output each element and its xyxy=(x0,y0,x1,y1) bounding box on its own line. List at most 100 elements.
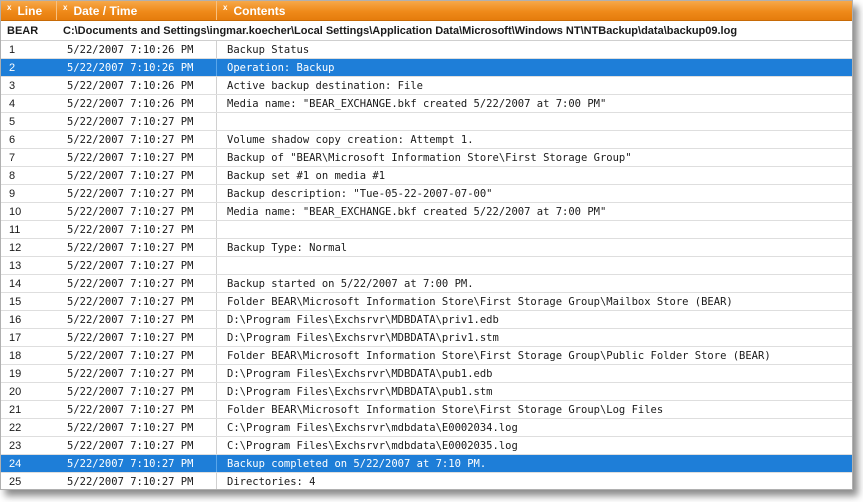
line-number-cell: 17 xyxy=(9,331,22,344)
column-header-bar: x Line x Date / Time x Contents xyxy=(1,1,852,21)
contents-cell: C:\Program Files\Exchsrvr\mdbdata\E00020… xyxy=(227,421,518,434)
date-time-cell: 5/22/2007 7:10:27 PM xyxy=(57,329,217,346)
line-number-cell: 2 xyxy=(9,61,16,74)
line-number-cell: 21 xyxy=(9,403,22,416)
log-rows: 1 5/22/2007 7:10:26 PM Backup Status 2 5/22/… xyxy=(1,41,852,489)
line-number-cell: 24 xyxy=(9,457,22,470)
table-row[interactable]: 1 5/22/2007 7:10:26 PM Backup Status xyxy=(1,41,852,59)
contents-cell: Volume shadow copy creation: Attempt 1. xyxy=(227,133,474,146)
date-time-cell: 5/22/2007 7:10:26 PM xyxy=(57,59,217,76)
table-row[interactable]: 21 5/22/2007 7:10:27 PM Folder BEAR\Micros… xyxy=(1,401,852,419)
date-time-cell: 5/22/2007 7:10:27 PM xyxy=(57,473,217,489)
table-row[interactable]: 17 5/22/2007 7:10:27 PM D:\Program Files\E… xyxy=(1,329,852,347)
contents-cell xyxy=(217,257,852,274)
line-number-cell: 3 xyxy=(9,79,16,92)
table-row[interactable]: 24 5/22/2007 7:10:27 PM Backup completed o… xyxy=(1,455,852,473)
table-row[interactable]: 11 5/22/2007 7:10:27 PM xyxy=(1,221,852,239)
contents-cell: Operation: Backup xyxy=(227,61,335,74)
date-time-cell: 5/22/2007 7:10:27 PM xyxy=(57,167,217,184)
date-time-cell: 5/22/2007 7:10:26 PM xyxy=(57,95,217,112)
table-row[interactable]: 13 5/22/2007 7:10:27 PM xyxy=(1,257,852,275)
contents-cell: Folder BEAR\Microsoft Information Store\… xyxy=(227,349,771,362)
date-time-cell: 5/22/2007 7:10:27 PM xyxy=(57,437,217,454)
date-time-cell: 5/22/2007 7:10:27 PM xyxy=(57,455,217,472)
date-time-cell: 5/22/2007 7:10:27 PM xyxy=(57,185,217,202)
column-header-contents-label: Contents xyxy=(233,3,286,18)
contents-cell: Media name: "BEAR_EXCHANGE.bkf created 5… xyxy=(227,205,607,218)
column-header-line[interactable]: x Line xyxy=(1,1,57,20)
table-row[interactable]: 25 5/22/2007 7:10:27 PM Directories: 4 xyxy=(1,473,852,489)
line-number-cell: 8 xyxy=(9,169,16,182)
contents-cell: Backup set #1 on media #1 xyxy=(227,169,386,182)
contents-cell: Folder BEAR\Microsoft Information Store\… xyxy=(227,403,664,416)
date-time-cell: 5/22/2007 7:10:27 PM xyxy=(57,113,217,130)
date-time-cell: 5/22/2007 7:10:27 PM xyxy=(57,347,217,364)
date-time-cell: 5/22/2007 7:10:27 PM xyxy=(57,419,217,436)
table-row[interactable]: 19 5/22/2007 7:10:27 PM D:\Program Files\E… xyxy=(1,365,852,383)
contents-cell: Backup description: "Tue-05-22-2007-07-0… xyxy=(227,187,493,200)
table-row[interactable]: 3 5/22/2007 7:10:26 PM Active backup desti… xyxy=(1,77,852,95)
table-row[interactable]: 12 5/22/2007 7:10:27 PM Backup Type: Norma… xyxy=(1,239,852,257)
table-row[interactable]: 10 5/22/2007 7:10:27 PM Media name: "BEAR_… xyxy=(1,203,852,221)
date-time-cell: 5/22/2007 7:10:27 PM xyxy=(57,275,217,292)
log-viewer-window: x Line x Date / Time x Contents BEAR C:\… xyxy=(0,0,853,490)
column-header-date-label: Date / Time xyxy=(73,3,138,18)
table-row[interactable]: 2 5/22/2007 7:10:26 PM Operation: Backup xyxy=(1,59,852,77)
line-number-cell: 7 xyxy=(9,151,16,164)
line-number-cell: 15 xyxy=(9,295,22,308)
contents-cell xyxy=(217,221,852,238)
table-row[interactable]: 20 5/22/2007 7:10:27 PM D:\Program Files\E… xyxy=(1,383,852,401)
line-number-cell: 20 xyxy=(9,385,22,398)
line-number-cell: 22 xyxy=(9,421,22,434)
date-time-cell: 5/22/2007 7:10:27 PM xyxy=(57,221,217,238)
table-row[interactable]: 8 5/22/2007 7:10:27 PM Backup set #1 on me… xyxy=(1,167,852,185)
date-time-cell: 5/22/2007 7:10:27 PM xyxy=(57,257,217,274)
line-number-cell: 19 xyxy=(9,367,22,380)
line-number-cell: 10 xyxy=(9,205,22,218)
table-row[interactable]: 14 5/22/2007 7:10:27 PM Backup started on … xyxy=(1,275,852,293)
contents-cell: Folder BEAR\Microsoft Information Store\… xyxy=(227,295,733,308)
remove-column-icon[interactable]: x xyxy=(223,3,227,12)
contents-cell xyxy=(217,113,852,130)
line-number-cell: 5 xyxy=(9,115,16,128)
date-time-cell: 5/22/2007 7:10:27 PM xyxy=(57,401,217,418)
table-row[interactable]: 16 5/22/2007 7:10:27 PM D:\Program Files\E… xyxy=(1,311,852,329)
date-time-cell: 5/22/2007 7:10:27 PM xyxy=(57,365,217,382)
table-row[interactable]: 6 5/22/2007 7:10:27 PM Volume shadow copy … xyxy=(1,131,852,149)
date-time-cell: 5/22/2007 7:10:27 PM xyxy=(57,203,217,220)
table-row[interactable]: 23 5/22/2007 7:10:27 PM C:\Program Files\E… xyxy=(1,437,852,455)
contents-cell: Backup Status xyxy=(227,43,310,56)
column-header-date[interactable]: x Date / Time xyxy=(57,1,217,20)
contents-cell: Backup Type: Normal xyxy=(227,241,348,254)
group-row[interactable]: BEAR C:\Documents and Settings\ingmar.ko… xyxy=(1,21,852,41)
table-row[interactable]: 7 5/22/2007 7:10:27 PM Backup of "BEAR\Mic… xyxy=(1,149,852,167)
contents-cell: Backup of "BEAR\Microsoft Information St… xyxy=(227,151,632,164)
remove-column-icon[interactable]: x xyxy=(63,3,67,12)
line-number-cell: 16 xyxy=(9,313,22,326)
contents-cell: D:\Program Files\Exchsrvr\MDBDATA\pub1.s… xyxy=(227,385,493,398)
line-number-cell: 11 xyxy=(9,223,21,236)
contents-cell: Media name: "BEAR_EXCHANGE.bkf created 5… xyxy=(227,97,607,110)
table-row[interactable]: 4 5/22/2007 7:10:26 PM Media name: "BEAR_E… xyxy=(1,95,852,113)
contents-cell: D:\Program Files\Exchsrvr\MDBDATA\priv1.… xyxy=(227,331,499,344)
date-time-cell: 5/22/2007 7:10:27 PM xyxy=(57,383,217,400)
line-number-cell: 14 xyxy=(9,277,22,290)
line-number-cell: 12 xyxy=(9,241,22,254)
date-time-cell: 5/22/2007 7:10:27 PM xyxy=(57,131,217,148)
group-name: BEAR xyxy=(7,24,39,37)
line-number-cell: 23 xyxy=(9,439,22,452)
remove-column-icon[interactable]: x xyxy=(7,3,11,12)
line-number-cell: 4 xyxy=(9,97,16,110)
table-row[interactable]: 9 5/22/2007 7:10:27 PM Backup description:… xyxy=(1,185,852,203)
table-row[interactable]: 18 5/22/2007 7:10:27 PM Folder BEAR\Micros… xyxy=(1,347,852,365)
group-file-path: C:\Documents and Settings\ingmar.koecher… xyxy=(63,24,738,37)
line-number-cell: 6 xyxy=(9,133,16,146)
table-row[interactable]: 15 5/22/2007 7:10:27 PM Folder BEAR\Micros… xyxy=(1,293,852,311)
column-header-contents[interactable]: x Contents xyxy=(217,1,852,20)
contents-cell: Backup completed on 5/22/2007 at 7:10 PM… xyxy=(227,457,487,470)
contents-cell: Backup started on 5/22/2007 at 7:00 PM. xyxy=(227,277,474,290)
table-row[interactable]: 5 5/22/2007 7:10:27 PM xyxy=(1,113,852,131)
line-number-cell: 13 xyxy=(9,259,22,272)
table-row[interactable]: 22 5/22/2007 7:10:27 PM C:\Program Files\E… xyxy=(1,419,852,437)
date-time-cell: 5/22/2007 7:10:27 PM xyxy=(57,149,217,166)
